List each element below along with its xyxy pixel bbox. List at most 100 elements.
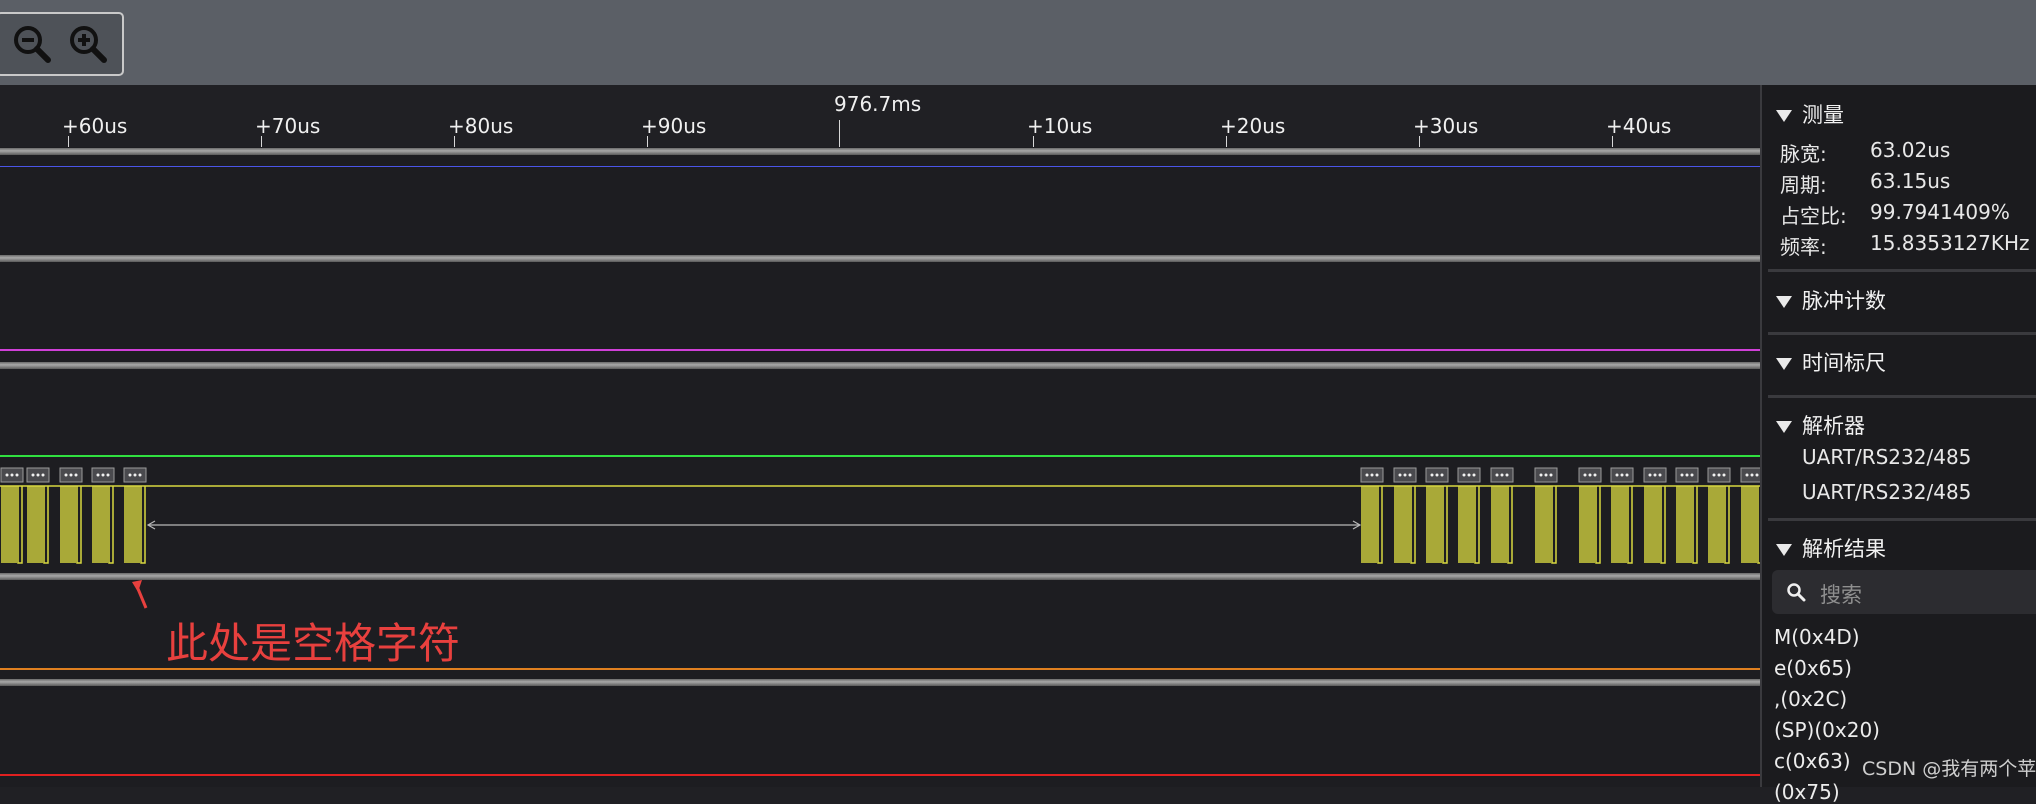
decode-badge-dot <box>1653 473 1657 477</box>
results-section-header[interactable]: 解析结果 <box>1776 533 1886 563</box>
parser-item[interactable]: UART/RS232/485 <box>1802 445 1971 469</box>
decode-badge-dot <box>1505 473 1509 477</box>
measure-value: 15.8353127KHz <box>1870 231 2030 255</box>
measure-label: 脉宽: <box>1780 142 1827 166</box>
decode-badge-dot <box>15 473 19 477</box>
time-ruler-section-header[interactable]: 时间标尺 <box>1776 347 1886 377</box>
result-item[interactable]: M(0x4D) <box>1774 625 1860 649</box>
uart-frame <box>92 486 114 564</box>
ruler-center-tick <box>839 120 840 148</box>
uart-pulse <box>1708 486 1730 564</box>
section-divider <box>1768 269 2036 272</box>
uart-frame <box>1361 486 1383 564</box>
decode-badge-dot <box>1625 473 1629 477</box>
ruler-tick-label: +40us <box>1606 114 1672 138</box>
uart-frame <box>1458 486 1480 564</box>
channel-separator <box>0 573 1760 580</box>
annotation-arrow-icon <box>132 580 148 609</box>
uart-frame <box>1741 486 1760 564</box>
decode-badge-dot <box>1593 473 1597 477</box>
decode-badge-dot <box>1680 473 1684 477</box>
collapse-triangle-icon <box>1776 421 1792 433</box>
decode-badge-dot <box>1440 473 1444 477</box>
decode-badge-dot <box>106 473 110 477</box>
decode-badge-dot <box>1430 473 1434 477</box>
measure-section-header[interactable]: 测量 <box>1776 99 1844 129</box>
zoom-out-button[interactable] <box>10 22 54 66</box>
uart-pulse <box>124 486 146 564</box>
pulse-count-section-header[interactable]: 脉冲计数 <box>1776 285 1886 315</box>
measure-value: 63.15us <box>1870 169 1951 193</box>
uart-frame <box>1708 486 1730 564</box>
section-divider <box>1768 395 2036 398</box>
decode-badge-dot <box>1745 473 1749 477</box>
decode-badge-dot <box>36 473 40 477</box>
uart-pulse <box>1394 486 1416 564</box>
decode-badge-dot <box>101 473 105 477</box>
decode-badge-dot <box>1690 473 1694 477</box>
toolbar <box>0 0 2036 86</box>
decode-badge-dot <box>1539 473 1543 477</box>
decode-badge-dot <box>1495 473 1499 477</box>
decode-badge-dot <box>1722 473 1726 477</box>
result-item[interactable]: (0x75) <box>1774 780 1840 804</box>
channel-1-signal <box>0 166 1760 167</box>
ruler-tick-label: +80us <box>448 114 514 138</box>
uart-frame <box>1535 486 1557 564</box>
ruler-tick-label: +10us <box>1027 114 1093 138</box>
ruler-tick-label: +20us <box>1220 114 1286 138</box>
decode-badge-dot <box>5 473 9 477</box>
channel-separator <box>0 679 1760 686</box>
uart-frame <box>1491 486 1513 564</box>
search-placeholder: 搜索 <box>1820 583 1862 607</box>
measure-value: 63.02us <box>1870 138 1951 162</box>
decode-badge-dot <box>1408 473 1412 477</box>
decode-badge-dot <box>1755 473 1759 477</box>
collapse-triangle-icon <box>1776 544 1792 556</box>
uart-frame <box>124 486 146 564</box>
uart-frame <box>27 486 49 564</box>
uart-frame <box>1 486 23 564</box>
measure-label: 占空比: <box>1780 204 1847 228</box>
parser-item[interactable]: UART/RS232/485 <box>1802 480 1971 504</box>
uart-pulse <box>1611 486 1633 564</box>
uart-pulse <box>27 486 49 564</box>
result-item[interactable]: c(0x63) <box>1774 749 1851 773</box>
decode-badge-dot <box>1398 473 1402 477</box>
uart-frame <box>1426 486 1448 564</box>
uart-pulse <box>1426 486 1448 564</box>
search-icon <box>1787 583 1806 602</box>
decode-badge-dot <box>1648 473 1652 477</box>
decode-badge-dot <box>31 473 35 477</box>
search-input[interactable]: 搜索 <box>1772 570 2036 614</box>
measure-value: 99.7941409% <box>1870 200 2010 224</box>
decode-badge-dot <box>41 473 45 477</box>
decode-badge-dot <box>1370 473 1374 477</box>
channel-5-signal <box>0 668 1760 670</box>
uart-pulse <box>1491 486 1513 564</box>
uart-frame <box>1611 486 1633 564</box>
channel-3-signal <box>0 455 1760 457</box>
decode-badge-dot <box>1365 473 1369 477</box>
parser-section-header[interactable]: 解析器 <box>1776 410 1865 440</box>
decode-badge-dot <box>1403 473 1407 477</box>
result-item[interactable]: e(0x65) <box>1774 656 1852 680</box>
decode-badge-dot <box>1685 473 1689 477</box>
zoom-in-button[interactable] <box>66 22 110 66</box>
ruler-tick-label: +70us <box>255 114 321 138</box>
result-item[interactable]: (SP)(0x20) <box>1774 718 1880 742</box>
collapse-triangle-icon <box>1776 296 1792 308</box>
uart-pulse <box>1 486 23 564</box>
decode-badge-dot <box>1717 473 1721 477</box>
uart-pulse <box>1741 486 1760 564</box>
decode-badge-dot <box>1620 473 1624 477</box>
result-item[interactable]: ,(0x2C) <box>1774 687 1847 711</box>
section-divider <box>1768 518 2036 521</box>
decode-badge-dot <box>1750 473 1754 477</box>
section-divider <box>1768 332 2036 335</box>
measure-label: 频率: <box>1780 235 1827 259</box>
measure-label: 周期: <box>1780 173 1827 197</box>
uart-pulse <box>1579 486 1601 564</box>
zoom-in-icon <box>70 26 107 63</box>
decode-badge-dot <box>1500 473 1504 477</box>
